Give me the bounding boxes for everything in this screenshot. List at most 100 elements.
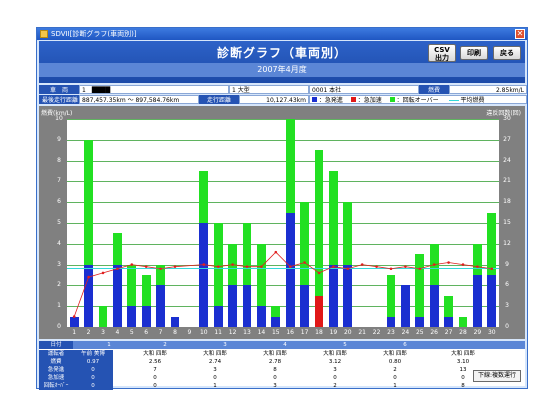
- fuel-point: [144, 265, 148, 268]
- x-tick: 12: [228, 329, 237, 336]
- table-cell: 1: [393, 383, 397, 389]
- app-icon: [40, 30, 48, 38]
- row-header: 急発進: [39, 366, 73, 374]
- table-header-cell: 日付: [39, 341, 73, 349]
- y-tick-right: 9: [505, 260, 509, 268]
- table-cell: 大和 四郎: [203, 351, 227, 357]
- row-header: 運転者: [39, 350, 73, 358]
- table-cell: 2: [333, 383, 337, 389]
- table-cell: 0.80: [388, 359, 402, 365]
- x-tick: 24: [401, 329, 410, 336]
- app-window: SDVII[診断グラフ(車両別)] ✕ 診断グラフ（車両別） 2007年4月度 …: [36, 27, 528, 390]
- y-tick-left: 7: [57, 177, 61, 185]
- legend-revs: ：回転オーバー: [396, 97, 439, 104]
- table-cell: 3: [273, 383, 277, 389]
- fuel-point: [389, 267, 393, 271]
- x-tick: 27: [444, 329, 453, 336]
- table-cell: 0: [153, 375, 157, 381]
- fuel-point: [216, 265, 220, 268]
- table-cell: 7: [153, 367, 157, 373]
- fuel-point: [432, 263, 436, 266]
- fuel-point: [116, 267, 119, 271]
- fuel-point: [332, 265, 335, 268]
- table-cell: 0: [73, 382, 113, 390]
- table-cell: 午前 美博: [73, 350, 113, 358]
- legend-avg: 平均燃費: [460, 97, 485, 104]
- y-tick-left: 8: [57, 156, 61, 164]
- legend-swatch-revs: [389, 97, 395, 102]
- print-button[interactable]: 印刷: [460, 46, 488, 60]
- table-cell: 0: [273, 375, 277, 381]
- table-cell: 0: [153, 383, 157, 389]
- fuel-point: [231, 263, 234, 266]
- y-tick-right: 24: [503, 156, 511, 164]
- fuel-point: [101, 271, 105, 275]
- odometer-value: 887,457.35km ～ 897,584.76km: [79, 95, 199, 104]
- table-cell: 8: [461, 383, 465, 389]
- fuel-point: [476, 265, 479, 268]
- x-tick: 20: [343, 329, 352, 336]
- x-tick: 7: [158, 329, 163, 336]
- office-value: 0001 本社: [309, 85, 419, 94]
- fuel-label: 燃費: [419, 85, 449, 94]
- table-cell: 0: [333, 375, 337, 381]
- fuel-point: [418, 267, 422, 271]
- x-tick: 15: [271, 329, 280, 336]
- table-row: 急加速 0 0 0 0 0 0 0: [39, 374, 525, 382]
- table-row: 運転者 午前 美博 大和 四郎 大和 四郎 大和 四郎 大和 四郎 大和 四郎 大和 四郎: [39, 350, 525, 358]
- fuel-point: [360, 263, 364, 266]
- vehicle-type: 1 大型: [229, 85, 309, 94]
- table-cell: 0.97: [73, 358, 113, 366]
- table-cell: 2: [393, 367, 397, 373]
- table-header-cell: 6: [403, 342, 407, 348]
- table-cell: 2.78: [268, 359, 282, 365]
- row-header: 回転ｵｰﾊﾞｰ: [39, 382, 73, 390]
- x-tick: 23: [387, 329, 395, 336]
- y-tick-right: 15: [503, 219, 511, 226]
- fuel-point: [173, 265, 177, 268]
- table-header-cell: 5: [343, 342, 347, 348]
- fuel-point: [461, 263, 465, 266]
- fuel-point: [260, 265, 263, 268]
- table-header-cell: 4: [283, 342, 287, 348]
- csv-export-button[interactable]: CSV 出力: [428, 44, 456, 62]
- x-tick: 5: [129, 329, 134, 336]
- vehicle-info: 車 両 1 ████ 1 大型 0001 本社 燃費 2.85km/L 最後走行…: [39, 85, 527, 105]
- legend-brake: ：急加速: [357, 97, 382, 104]
- x-tick: 21: [358, 329, 366, 336]
- table-cell: 0: [393, 375, 397, 381]
- row-header: 燃費: [39, 358, 73, 366]
- close-icon[interactable]: ✕: [515, 29, 525, 39]
- fuel-point: [346, 267, 350, 271]
- y-tick-right: 0: [505, 323, 509, 330]
- table-cell: 2.56: [148, 359, 162, 365]
- table-cell: 0: [213, 375, 217, 381]
- x-tick: 26: [430, 329, 438, 336]
- report-header: 診断グラフ（車両別） 2007年4月度 CSV 出力 印刷 戻る: [39, 41, 525, 83]
- fuel-point: [159, 267, 162, 271]
- table-cell: 8: [273, 367, 277, 373]
- y-tick-left: 2: [57, 281, 61, 289]
- y-tick-left: 10: [55, 115, 63, 122]
- table-cell: 3.12: [328, 359, 342, 365]
- x-tick: 25: [415, 329, 424, 336]
- table-cell: 大和 四郎: [143, 351, 167, 357]
- distance-label: 走行距離: [199, 95, 239, 104]
- y-tick-left: 9: [57, 135, 61, 143]
- x-tick: 17: [300, 329, 309, 336]
- fuel-point: [202, 263, 206, 266]
- legend-swatch-brake: [350, 97, 356, 102]
- back-button[interactable]: 戻る: [493, 46, 521, 60]
- y-tick-right: 21: [503, 177, 511, 185]
- fuel-point: [404, 265, 407, 268]
- x-tick: 14: [257, 329, 266, 336]
- y-tick-left: 5: [57, 219, 61, 226]
- y-tick-right: 12: [503, 239, 511, 247]
- x-tick: 1: [72, 329, 77, 336]
- x-tick: 9: [187, 329, 192, 336]
- fuel-point: [317, 271, 321, 275]
- table-header-cell: 1: [107, 342, 111, 348]
- fuel-line-chart: [72, 250, 494, 318]
- x-tick: 13: [243, 329, 251, 336]
- odometer-label: 最後走行距離: [39, 95, 79, 104]
